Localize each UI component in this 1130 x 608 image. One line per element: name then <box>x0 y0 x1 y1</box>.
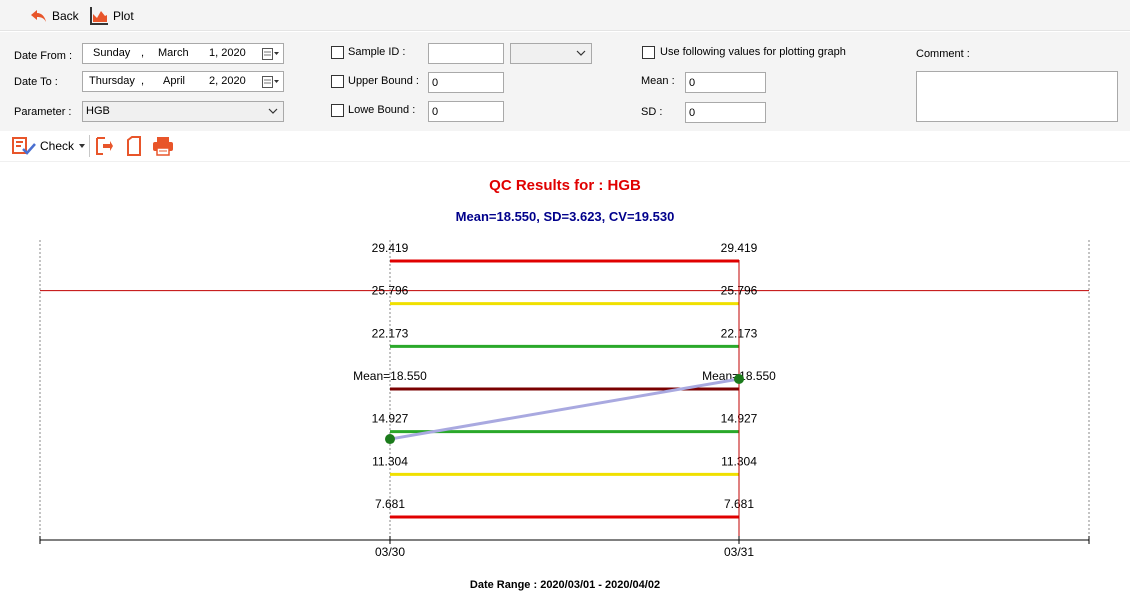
date-from-label: Date From : <box>14 50 73 62</box>
check-label: Check <box>40 139 75 153</box>
data-point <box>734 373 744 384</box>
series-line <box>389 377 740 441</box>
upper-bound-input[interactable] <box>428 72 504 93</box>
parameter-select[interactable]: HGB <box>82 101 284 122</box>
sd-input[interactable] <box>685 102 766 123</box>
chart-icon <box>90 7 108 25</box>
reference-label: 22.173 <box>721 326 758 340</box>
check-dropdown-button[interactable]: Check <box>12 136 86 156</box>
chevron-down-icon <box>268 108 278 114</box>
back-label: Back <box>52 9 79 23</box>
calendar-icon[interactable] <box>262 74 280 89</box>
use-values-label: Use following values for plotting graph <box>660 46 846 58</box>
comment-textarea[interactable] <box>916 71 1118 122</box>
date-to-label: Date To : <box>14 76 58 88</box>
top-toolbar: Back Plot <box>0 0 1130 31</box>
date-to-weekday: Thursday <box>89 75 135 87</box>
reference-label: 22.173 <box>372 326 409 340</box>
sample-id-label: Sample ID : <box>348 46 406 58</box>
reference-label: 29.419 <box>372 241 409 255</box>
chart-title: QC Results for : HGB <box>489 177 641 194</box>
sample-id-checkbox[interactable] <box>331 46 344 59</box>
parameter-value: HGB <box>86 105 110 117</box>
lower-bound-label: Lowe Bound : <box>348 104 416 116</box>
chart-toolbar: Check <box>0 131 1130 162</box>
mean-input[interactable] <box>685 72 766 93</box>
date-from-weekday: Sunday <box>93 47 131 59</box>
x-tick-label: 03/31 <box>724 545 754 559</box>
calendar-icon[interactable] <box>262 46 280 61</box>
data-point <box>385 434 395 445</box>
x-tick-label: 03/30 <box>375 545 405 559</box>
plot-label: Plot <box>113 9 134 23</box>
lower-bound-checkbox[interactable] <box>331 104 344 117</box>
date-from-picker[interactable]: Sunday , March 1, 2020 <box>82 43 284 64</box>
chart-footer: Date Range : 2020/03/01 - 2020/04/02 <box>469 579 661 591</box>
chevron-down-icon <box>576 50 586 56</box>
checklist-icon <box>12 137 36 155</box>
printer-icon <box>153 137 173 156</box>
reference-label: 11.304 <box>372 454 408 468</box>
reference-label: 29.419 <box>721 241 758 255</box>
reference-label: 25.796 <box>721 284 758 298</box>
date-to-day-year: 2, 2020 <box>209 75 246 87</box>
date-to-month: April <box>163 75 186 87</box>
date-from-comma: , <box>141 47 145 59</box>
reference-label: Mean=18.550 <box>353 369 427 383</box>
reference-label: 11.304 <box>721 454 757 468</box>
reference-label: 7.681 <box>375 497 405 511</box>
back-button[interactable]: Back <box>30 6 79 26</box>
toolbar-separator <box>89 135 90 157</box>
use-values-checkbox[interactable] <box>642 46 655 59</box>
date-from-day-year: 1, 2020 <box>209 47 246 59</box>
sample-id-input[interactable] <box>428 43 504 64</box>
plot-button[interactable]: Plot <box>89 6 134 26</box>
comment-label: Comment : <box>916 48 970 60</box>
date-to-comma: , <box>141 75 145 87</box>
chart-subtitle: Mean=18.550, SD=3.623, CV=19.530 <box>455 209 675 224</box>
export-button[interactable] <box>95 136 113 156</box>
sd-label: SD : <box>641 106 663 118</box>
document-icon <box>127 136 141 156</box>
caret-down-icon <box>79 144 86 148</box>
new-document-button[interactable] <box>126 136 142 156</box>
reference-label: Mean=18.550 <box>702 369 776 383</box>
parameter-label: Parameter : <box>14 106 72 118</box>
export-icon <box>96 137 113 155</box>
date-from-month: March <box>158 47 189 59</box>
reference-label: 25.796 <box>372 284 409 298</box>
date-to-picker[interactable]: Thursday , April 2, 2020 <box>82 71 284 92</box>
lower-bound-input[interactable] <box>428 101 504 122</box>
reference-label: 14.927 <box>372 412 409 426</box>
back-arrow-icon <box>31 10 46 22</box>
upper-bound-label: Upper Bound : <box>348 75 419 87</box>
upper-bound-checkbox[interactable] <box>331 75 344 88</box>
sample-select[interactable] <box>510 43 592 64</box>
filter-form: Date From : Sunday , March 1, 2020 Date … <box>0 32 1130 131</box>
reference-label: 7.681 <box>724 497 754 511</box>
mean-label: Mean : <box>641 75 675 87</box>
reference-label: 14.927 <box>721 412 758 426</box>
print-button[interactable] <box>152 136 174 156</box>
